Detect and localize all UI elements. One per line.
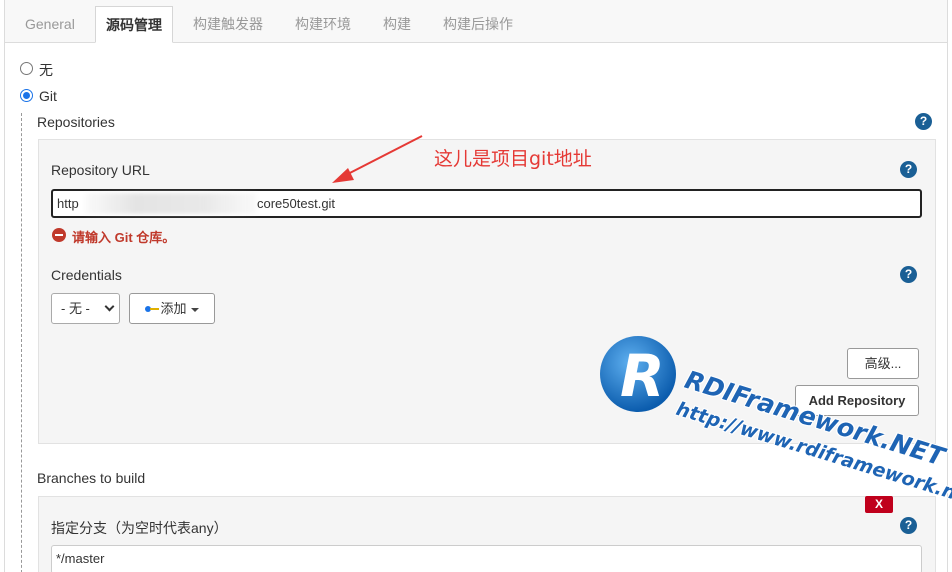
tab-post-build[interactable]: 构建后操作 (433, 6, 523, 43)
credentials-label: Credentials (51, 267, 122, 283)
credentials-selected-value: - 无 - (61, 301, 90, 316)
repository-url-suffix: core50test.git (257, 196, 336, 211)
add-credentials-button[interactable]: 添加 (129, 293, 215, 324)
scm-none-label: 无 (39, 62, 53, 78)
repository-url-prefix: http (57, 196, 79, 211)
key-icon (145, 305, 160, 313)
branch-specifier-help-icon[interactable]: ? (900, 517, 917, 534)
repositories-help-icon[interactable]: ? (915, 113, 932, 130)
credentials-help-icon[interactable]: ? (900, 266, 917, 283)
rdi-logo-icon: R (600, 336, 676, 412)
tab-build-triggers[interactable]: 构建触发器 (183, 6, 273, 43)
add-credentials-label: 添加 (160, 301, 187, 316)
branch-specifier-value: */master (56, 551, 105, 566)
scm-git-label: Git (39, 88, 57, 104)
caret-down-icon (190, 307, 199, 312)
error-icon (52, 228, 66, 242)
scm-section: 无 Git Repositories ? Repository URL ? ht… (4, 43, 948, 572)
tab-general[interactable]: General (15, 6, 85, 43)
chevron-down-icon (104, 301, 115, 312)
credentials-select[interactable]: - 无 - (51, 293, 120, 324)
branch-panel: 指定分支（为空时代表any） ? */master (38, 496, 936, 572)
annotation-text: 这儿是项目git地址 (434, 148, 592, 170)
repository-url-label: Repository URL (51, 162, 150, 178)
repository-url-error: 请输入 Git 仓库。 (72, 230, 176, 245)
git-section-divider (21, 113, 22, 572)
delete-branch-button[interactable]: X (865, 496, 893, 513)
scm-git-radio[interactable] (20, 89, 33, 102)
scm-none-radio[interactable] (20, 62, 33, 75)
advanced-button[interactable]: 高级... (847, 348, 919, 379)
repository-url-help-icon[interactable]: ? (900, 161, 917, 178)
tab-bar: General 源码管理 构建触发器 构建环境 构建 构建后操作 (4, 0, 948, 43)
logo-letter: R (620, 342, 665, 410)
repositories-title: Repositories (37, 114, 115, 130)
tab-build-environment[interactable]: 构建环境 (285, 6, 361, 43)
branch-specifier-input[interactable]: */master (51, 545, 922, 572)
redacted-url-blur (85, 193, 257, 214)
tab-build[interactable]: 构建 (373, 6, 421, 43)
branches-title: Branches to build (37, 470, 146, 486)
branch-specifier-label: 指定分支（为空时代表any） (51, 520, 228, 536)
annotation-arrow (332, 135, 423, 183)
tab-scm[interactable]: 源码管理 (95, 6, 173, 43)
